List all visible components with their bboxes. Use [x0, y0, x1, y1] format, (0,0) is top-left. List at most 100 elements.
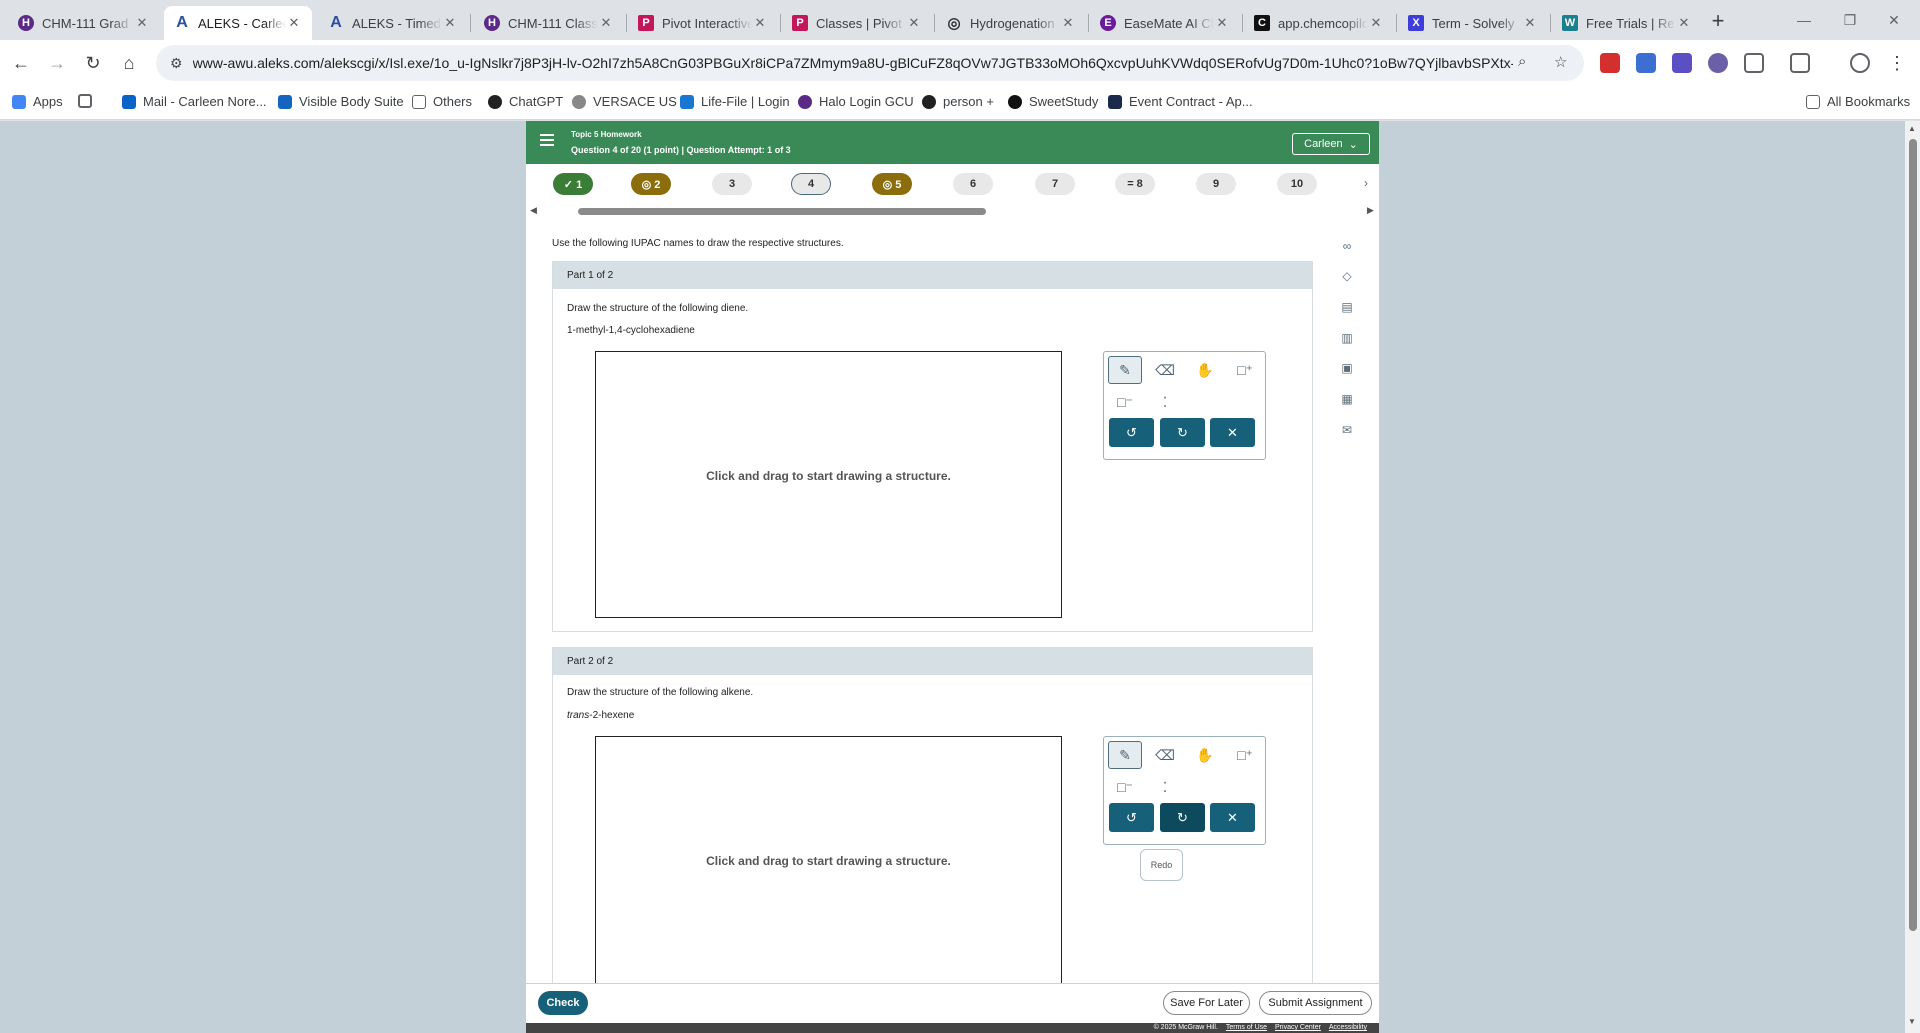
terms-link[interactable]: Terms of Use	[1226, 1024, 1267, 1031]
redo-button[interactable]: ↻	[1160, 418, 1205, 447]
reload-icon[interactable]: ↻	[78, 48, 108, 78]
question-button-7[interactable]: 7	[1035, 173, 1075, 195]
chevron-right-icon[interactable]: ›	[1364, 176, 1368, 190]
infinity-icon[interactable]: ∞	[1332, 239, 1362, 259]
extension-icon[interactable]	[1636, 53, 1656, 73]
eraser-icon[interactable]: ⌫	[1148, 356, 1182, 384]
remove-charge-icon[interactable]: □⁻	[1108, 388, 1142, 416]
bookmark-event-contract[interactable]: Event Contract - Ap...	[1108, 94, 1253, 109]
user-menu-button[interactable]: Carleen ⌄	[1292, 133, 1370, 155]
tab-aleks-timed[interactable]: A ALEKS - Timed ✕	[318, 6, 468, 40]
accessibility-link[interactable]: Accessibility	[1329, 1024, 1367, 1031]
tab-easemate[interactable]: E EaseMate AI Ch ✕	[1090, 6, 1240, 40]
check-button[interactable]: Check	[538, 991, 588, 1015]
tab-aleks-carleen[interactable]: A ALEKS - Carleen ✕	[164, 6, 312, 40]
hamburger-menu-icon[interactable]	[540, 134, 554, 149]
bookmark-star-icon[interactable]: ☆	[1554, 53, 1567, 71]
tab-chm111-class[interactable]: H CHM-111 Class ✕	[474, 6, 624, 40]
question-button-8[interactable]: = 8	[1115, 173, 1155, 195]
tab-chemcopilot[interactable]: C app.chemcopilo ✕	[1244, 6, 1394, 40]
close-icon[interactable]: ✕	[906, 15, 922, 31]
profile-icon[interactable]	[1850, 53, 1870, 73]
bookmark-life-file[interactable]: Life-File | Login	[680, 94, 790, 109]
tab-pivot-interactive[interactable]: P Pivot Interactive ✕	[628, 6, 778, 40]
extension-icon[interactable]	[1672, 53, 1692, 73]
save-for-later-button[interactable]: Save For Later	[1163, 991, 1250, 1015]
remove-charge-icon[interactable]: □⁻	[1108, 773, 1142, 801]
question-button-10[interactable]: 10	[1277, 173, 1317, 195]
scrollbar-thumb[interactable]	[1909, 139, 1917, 931]
close-icon[interactable]: ✕	[752, 15, 768, 31]
all-bookmarks[interactable]: All Bookmarks	[1806, 94, 1910, 109]
submit-assignment-button[interactable]: Submit Assignment	[1259, 991, 1372, 1015]
mail-icon[interactable]: ✉	[1332, 423, 1362, 443]
close-icon[interactable]: ✕	[1368, 15, 1384, 31]
close-icon[interactable]: ✕	[1060, 15, 1076, 31]
clear-button[interactable]: ✕	[1210, 803, 1255, 832]
bookmark-halo[interactable]: Halo Login GCU	[798, 94, 914, 109]
tab-classes-pivot[interactable]: P Classes | Pivot I ✕	[782, 6, 932, 40]
hand-icon[interactable]: ✋	[1188, 356, 1222, 384]
add-charge-icon[interactable]: □⁺	[1228, 741, 1262, 769]
lone-pair-icon[interactable]: ⁚	[1148, 773, 1182, 801]
eraser-icon[interactable]: ⌫	[1148, 741, 1182, 769]
scrollbar-thumb[interactable]	[578, 208, 986, 215]
menu-kebab-icon[interactable]: ⋮	[1882, 48, 1912, 78]
bookmark-mail[interactable]: Mail - Carleen Nore...	[122, 94, 267, 109]
bookmark-sweetstudy[interactable]: SweetStudy	[1008, 94, 1098, 109]
address-bar[interactable]: ⚙ www-awu.aleks.com/alekscgi/x/Isl.exe/1…	[156, 45, 1584, 81]
close-icon[interactable]: ✕	[1214, 15, 1230, 31]
calculator-icon[interactable]: ▦	[1332, 392, 1362, 412]
extension-icon[interactable]	[1708, 53, 1728, 73]
bookmark-chatgpt[interactable]: ChatGPT	[488, 94, 563, 109]
site-info-icon[interactable]: ⚙	[170, 55, 183, 72]
tab-free-trials[interactable]: W Free Trials | Rev ✕	[1552, 6, 1702, 40]
pencil-icon[interactable]: ✎	[1108, 741, 1142, 769]
question-button-5[interactable]: ◎ 5	[872, 173, 912, 195]
close-icon[interactable]: ✕	[598, 15, 614, 31]
privacy-link[interactable]: Privacy Center	[1275, 1024, 1321, 1031]
tab-solvely[interactable]: X Term - Solvely ✕	[1398, 6, 1548, 40]
close-window-icon[interactable]: ✕	[1866, 0, 1920, 40]
question-button-2[interactable]: ◎ 2	[631, 173, 671, 195]
close-icon[interactable]: ✕	[134, 15, 150, 31]
forward-icon[interactable]: →	[42, 48, 72, 78]
close-icon[interactable]: ✕	[1676, 15, 1692, 31]
drawing-canvas[interactable]: Click and drag to start drawing a struct…	[595, 351, 1062, 618]
zoom-icon[interactable]: ⌕	[1518, 53, 1526, 70]
scroll-right-icon[interactable]: ▶	[1367, 205, 1374, 216]
redo-button[interactable]: ↻	[1160, 803, 1205, 832]
periodic-table-icon[interactable]: ▣	[1332, 361, 1362, 381]
extensions-puzzle-icon[interactable]	[1744, 53, 1764, 73]
scroll-down-icon[interactable]: ▼	[1908, 1017, 1916, 1026]
extension-icon[interactable]	[1600, 53, 1620, 73]
bar-chart-icon[interactable]: ▥	[1332, 331, 1362, 351]
clear-button[interactable]: ✕	[1210, 418, 1255, 447]
hand-icon[interactable]: ✋	[1188, 741, 1222, 769]
undo-button[interactable]: ↺	[1109, 418, 1154, 447]
bookmark-apps[interactable]: Apps	[12, 94, 63, 109]
diamond-icon[interactable]: ◇	[1332, 269, 1362, 289]
tab-hydrogenation[interactable]: ◎ Hydrogenation ✕	[936, 6, 1086, 40]
close-icon[interactable]: ✕	[1522, 15, 1538, 31]
drawing-canvas[interactable]: Click and drag to start drawing a struct…	[595, 736, 1062, 1003]
new-tab-button[interactable]: +	[1704, 8, 1732, 36]
question-button-4[interactable]: 4	[791, 173, 831, 195]
bookmark-person[interactable]: person +	[922, 94, 994, 109]
close-icon[interactable]: ✕	[442, 15, 458, 31]
home-icon[interactable]: ⌂	[114, 48, 144, 78]
question-button-3[interactable]: 3	[712, 173, 752, 195]
bookmark-others[interactable]: Others	[412, 94, 472, 109]
page-scrollbar[interactable]: ▲ ▼	[1905, 121, 1920, 1033]
tab-search-icon[interactable]	[1790, 53, 1810, 73]
question-button-6[interactable]: 6	[953, 173, 993, 195]
close-icon[interactable]: ✕	[286, 15, 302, 31]
bookmark-grid[interactable]	[78, 94, 99, 108]
scroll-up-icon[interactable]: ▲	[1908, 124, 1916, 133]
pencil-icon[interactable]: ✎	[1108, 356, 1142, 384]
question-button-1[interactable]: ✓ 1	[553, 173, 593, 195]
lone-pair-icon[interactable]: ⁚	[1148, 388, 1182, 416]
add-charge-icon[interactable]: □⁺	[1228, 356, 1262, 384]
bookmark-versace[interactable]: VERSACE US	[572, 94, 677, 109]
question-button-9[interactable]: 9	[1196, 173, 1236, 195]
